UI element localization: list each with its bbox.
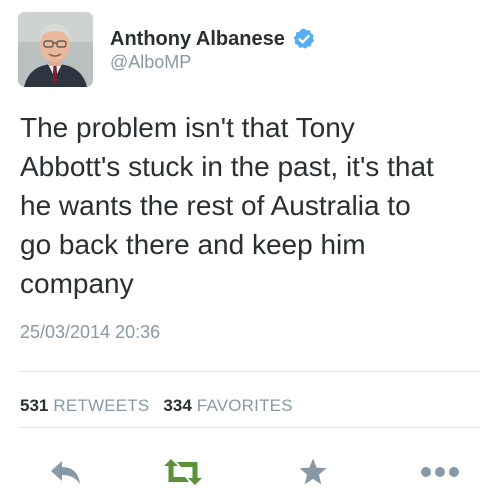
reply-icon	[51, 461, 80, 484]
more-icon	[421, 467, 459, 477]
tweet-stats: 531 RETWEETS 334 FAVORITES	[20, 396, 293, 416]
tweet-timestamp[interactable]: 25/03/2014 20:36	[20, 322, 160, 343]
avatar[interactable]	[18, 12, 93, 87]
tweet-card: Anthony Albanese @AlboMP The problem isn…	[0, 0, 500, 500]
divider	[20, 371, 480, 372]
tweet-text-line: company	[20, 268, 134, 299]
divider	[20, 427, 480, 428]
avatar-photo	[18, 12, 93, 87]
retweets-label: RETWEETS	[53, 396, 150, 415]
retweet-button[interactable]	[158, 452, 208, 492]
favorites-stat[interactable]: 334 FAVORITES	[163, 396, 292, 416]
retweet-icon	[164, 459, 202, 485]
tweet-text-line: he wants the rest of Australia to	[20, 190, 411, 221]
tweet-text-line: Abbott's stuck in the past, it's that	[20, 151, 434, 182]
tweet-text-line: go back there and keep him	[20, 229, 366, 260]
tweet-text-line: The problem isn't that Tony	[20, 112, 355, 143]
retweets-stat[interactable]: 531 RETWEETS	[20, 396, 149, 416]
verified-badge-icon	[292, 27, 316, 51]
star-icon	[299, 458, 327, 485]
tweet-text: The problem isn't that Tony Abbott's stu…	[20, 108, 490, 303]
retweets-count: 531	[20, 396, 49, 415]
author-line: Anthony Albanese	[110, 24, 316, 54]
favorite-button[interactable]	[288, 452, 338, 492]
favorites-count: 334	[163, 396, 192, 415]
favorites-label: FAVORITES	[196, 396, 293, 415]
reply-button[interactable]	[41, 452, 91, 492]
author-handle[interactable]: @AlboMP	[110, 52, 191, 73]
author-name[interactable]: Anthony Albanese	[110, 28, 285, 51]
more-button[interactable]	[415, 452, 465, 492]
